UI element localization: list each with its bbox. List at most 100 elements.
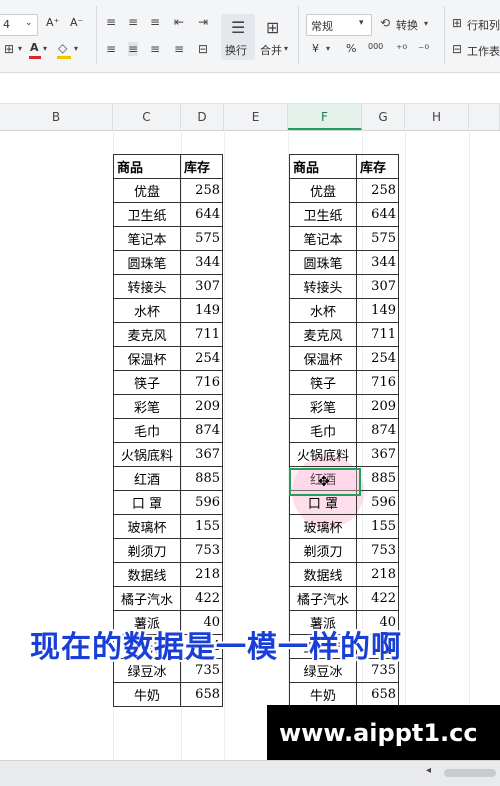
product-name-cell[interactable]: 转接头	[113, 274, 181, 299]
stock-qty-cell[interactable]: 155	[356, 514, 399, 539]
stock-qty-cell[interactable]: 209	[180, 394, 223, 419]
product-name-cell[interactable]: 笔记本	[113, 226, 181, 251]
stock-qty-cell[interactable]: 422	[180, 586, 223, 611]
stock-qty-cell[interactable]: 753	[356, 538, 399, 563]
stock-qty-cell[interactable]: 596	[180, 490, 223, 515]
product-name-cell[interactable]: 优盘	[289, 178, 357, 203]
stock-qty-cell[interactable]: 711	[180, 322, 223, 347]
product-name-cell[interactable]: 圆珠笔	[289, 250, 357, 275]
stock-qty-cell[interactable]: 218	[180, 562, 223, 587]
stock-qty-cell[interactable]: 874	[356, 418, 399, 443]
stock-qty-cell[interactable]: 644	[356, 202, 399, 227]
align-left-icon[interactable]: ≡	[106, 42, 116, 56]
increase-indent-icon[interactable]: ⇥	[198, 15, 208, 29]
product-name-cell[interactable]: 笔记本	[289, 226, 357, 251]
product-name-cell[interactable]: 毛巾	[289, 418, 357, 443]
chevron-down-icon[interactable]: ▾	[424, 19, 428, 28]
product-name-cell[interactable]: 玻璃杯	[113, 514, 181, 539]
scroll-left-icon[interactable]: ◂	[426, 765, 431, 776]
product-name-cell[interactable]: 毛巾	[113, 418, 181, 443]
product-name-cell[interactable]: 口 罩	[113, 490, 181, 515]
stock-qty-cell[interactable]: 254	[356, 346, 399, 371]
header-cell-stock[interactable]: 库存	[180, 154, 223, 179]
distributed-icon[interactable]: ⊟	[198, 42, 208, 56]
product-name-cell[interactable]: 卫生纸	[113, 202, 181, 227]
stock-qty-cell[interactable]: 885	[356, 466, 399, 491]
stock-qty-cell[interactable]: 367	[356, 442, 399, 467]
align-middle-icon[interactable]: ≡	[128, 15, 138, 29]
column-header-g[interactable]: G	[362, 104, 405, 130]
product-name-cell[interactable]: 玻璃杯	[289, 514, 357, 539]
product-name-cell[interactable]: 橘子汽水	[113, 586, 181, 611]
product-name-cell[interactable]: 牛奶	[289, 682, 357, 707]
stock-qty-cell[interactable]: 344	[180, 250, 223, 275]
stock-qty-cell[interactable]: 575	[180, 226, 223, 251]
horizontal-scrollbar[interactable]	[444, 769, 496, 777]
font-color-button[interactable]: A	[30, 41, 39, 54]
font-size-select[interactable]: 4 ⌄	[0, 14, 38, 36]
product-name-cell[interactable]: 牛奶	[113, 682, 181, 707]
product-name-cell[interactable]: 数据线	[289, 562, 357, 587]
stock-qty-cell[interactable]: 716	[356, 370, 399, 395]
align-right-icon[interactable]: ≡	[150, 42, 160, 56]
product-name-cell[interactable]: 橘子汽水	[289, 586, 357, 611]
stock-qty-cell[interactable]: 575	[356, 226, 399, 251]
product-name-cell[interactable]: 剃须刀	[113, 538, 181, 563]
stock-qty-cell[interactable]: 658	[356, 682, 399, 707]
stock-qty-cell[interactable]: 307	[180, 274, 223, 299]
product-name-cell[interactable]: 优盘	[113, 178, 181, 203]
column-header-h[interactable]: H	[405, 104, 469, 130]
stock-qty-cell[interactable]: 307	[356, 274, 399, 299]
product-name-cell[interactable]: 麦克风	[113, 322, 181, 347]
currency-button[interactable]: ¥	[312, 42, 319, 55]
fill-color-icon[interactable]: ◇	[58, 41, 67, 55]
stock-qty-cell[interactable]: 874	[180, 418, 223, 443]
row-col-icon[interactable]: ⊞	[452, 16, 462, 30]
header-cell-product[interactable]: 商品	[113, 154, 181, 179]
worksheet-label[interactable]: 工作表	[467, 43, 500, 59]
product-name-cell[interactable]: 筷子	[289, 370, 357, 395]
product-name-cell[interactable]: 火锅底料	[289, 442, 357, 467]
stock-qty-cell[interactable]: 596	[356, 490, 399, 515]
worksheet-icon[interactable]: ⊟	[452, 42, 462, 56]
stock-qty-cell[interactable]: 644	[180, 202, 223, 227]
convert-label[interactable]: 转换	[396, 17, 418, 33]
stock-qty-cell[interactable]: 716	[180, 370, 223, 395]
product-name-cell[interactable]: 剃须刀	[289, 538, 357, 563]
stock-qty-cell[interactable]: 209	[356, 394, 399, 419]
column-header-b[interactable]: B	[0, 104, 113, 130]
stock-qty-cell[interactable]: 258	[180, 178, 223, 203]
column-header-d[interactable]: D	[181, 104, 224, 130]
product-name-cell[interactable]: 火锅底料	[113, 442, 181, 467]
align-top-icon[interactable]: ≡	[106, 15, 116, 29]
product-name-cell[interactable]: 彩笔	[289, 394, 357, 419]
borders-icon[interactable]: ⊞	[4, 42, 14, 56]
stock-qty-cell[interactable]: 149	[356, 298, 399, 323]
chevron-down-icon[interactable]: ▾	[18, 44, 22, 53]
chevron-down-icon[interactable]: ▾	[43, 44, 47, 53]
column-header-e[interactable]: E	[224, 104, 288, 130]
product-name-cell[interactable]: 水杯	[289, 298, 357, 323]
header-cell-stock[interactable]: 库存	[356, 154, 399, 179]
chevron-down-icon[interactable]: ▾	[326, 44, 330, 53]
merge-button[interactable]: ⊞ 合并 ▾	[258, 14, 292, 60]
product-name-cell[interactable]: 圆珠笔	[113, 250, 181, 275]
number-format-select[interactable]: 常规 ▾	[306, 14, 372, 36]
product-name-cell[interactable]: 筷子	[113, 370, 181, 395]
stock-qty-cell[interactable]: 254	[180, 346, 223, 371]
product-name-cell[interactable]: 麦克风	[289, 322, 357, 347]
decrease-indent-icon[interactable]: ⇤	[174, 15, 184, 29]
justify-icon[interactable]: ≡	[174, 42, 184, 56]
stock-qty-cell[interactable]: 149	[180, 298, 223, 323]
product-name-cell[interactable]: 彩笔	[113, 394, 181, 419]
convert-icon[interactable]: ⟲	[380, 16, 390, 30]
stock-qty-cell[interactable]: 422	[356, 586, 399, 611]
product-name-cell[interactable]: 卫生纸	[289, 202, 357, 227]
product-name-cell[interactable]: 水杯	[113, 298, 181, 323]
stock-qty-cell[interactable]: 258	[356, 178, 399, 203]
align-bottom-icon[interactable]: ≡	[150, 15, 160, 29]
stock-qty-cell[interactable]: 344	[356, 250, 399, 275]
stock-qty-cell[interactable]: 753	[180, 538, 223, 563]
increase-decimal-icon[interactable]: ⁺⁰	[396, 42, 407, 56]
chevron-down-icon[interactable]: ▾	[74, 44, 78, 53]
